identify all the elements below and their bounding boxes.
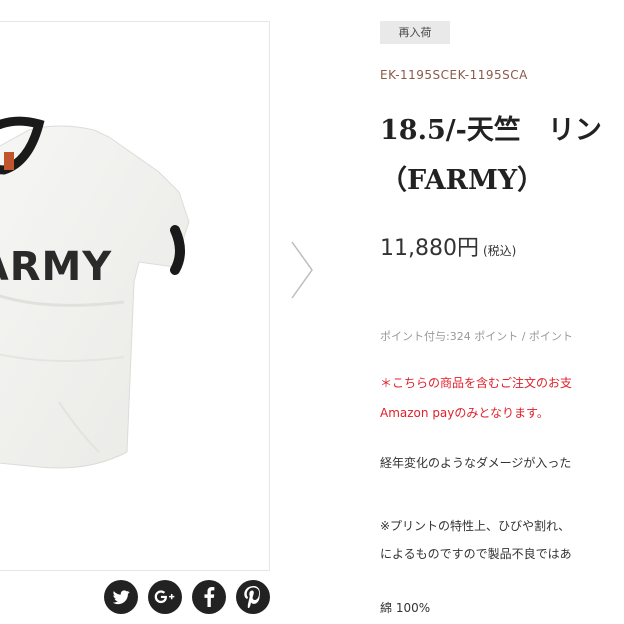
description-paragraph-1: 経年変化のようなダメージが入った	[380, 456, 572, 470]
product-title: 18.5/-天竺 リン （FARMY）	[380, 106, 602, 206]
facebook-share-button[interactable]	[192, 580, 226, 614]
material-info: 綿 100%	[380, 601, 431, 615]
description-line-2: ※プリントの特性上、ひびや割れ、	[380, 519, 571, 533]
twitter-icon	[112, 590, 130, 605]
payment-notice-line-1: ＊こちらの商品を含むご注文のお支	[380, 376, 573, 390]
product-price: 11,880円 (税込)	[380, 230, 516, 262]
pinterest-icon	[244, 586, 260, 608]
google-plus-share-button[interactable]	[148, 580, 182, 614]
payment-notice-line-2: Amazon payのみとなります。	[380, 406, 549, 420]
payment-notice: ＊こちらの商品を含むご注文のお支 Amazon payのみとなります。	[380, 368, 572, 428]
pinterest-share-button[interactable]	[236, 580, 270, 614]
chevron-right-icon	[291, 241, 313, 299]
google-plus-icon	[154, 590, 175, 604]
product-sku: EK-1195SCEK-1195SCA	[380, 68, 528, 82]
points-info: ポイント付与:324 ポイント / ポイント	[380, 330, 573, 343]
description-line-3: によるものですので製品不良ではあ	[380, 547, 572, 561]
tax-note: (税込)	[482, 244, 517, 258]
price-amount: 11,880円	[380, 236, 479, 261]
product-image[interactable]: FARMY	[0, 21, 270, 571]
product-title-line-1: 18.5/-天竺 リン	[380, 115, 602, 146]
description-paragraph-2: ※プリントの特性上、ひびや割れ、 によるものですので製品不良ではあ	[380, 512, 572, 568]
twitter-share-button[interactable]	[104, 580, 138, 614]
tshirt-illustration: FARMY	[0, 116, 190, 469]
shirt-print-text: FARMY	[0, 244, 112, 290]
product-title-line-2: （FARMY）	[380, 165, 545, 196]
restock-badge: 再入荷	[380, 21, 450, 44]
share-buttons	[104, 580, 270, 614]
next-image-arrow[interactable]	[288, 238, 316, 302]
facebook-icon	[204, 587, 215, 607]
